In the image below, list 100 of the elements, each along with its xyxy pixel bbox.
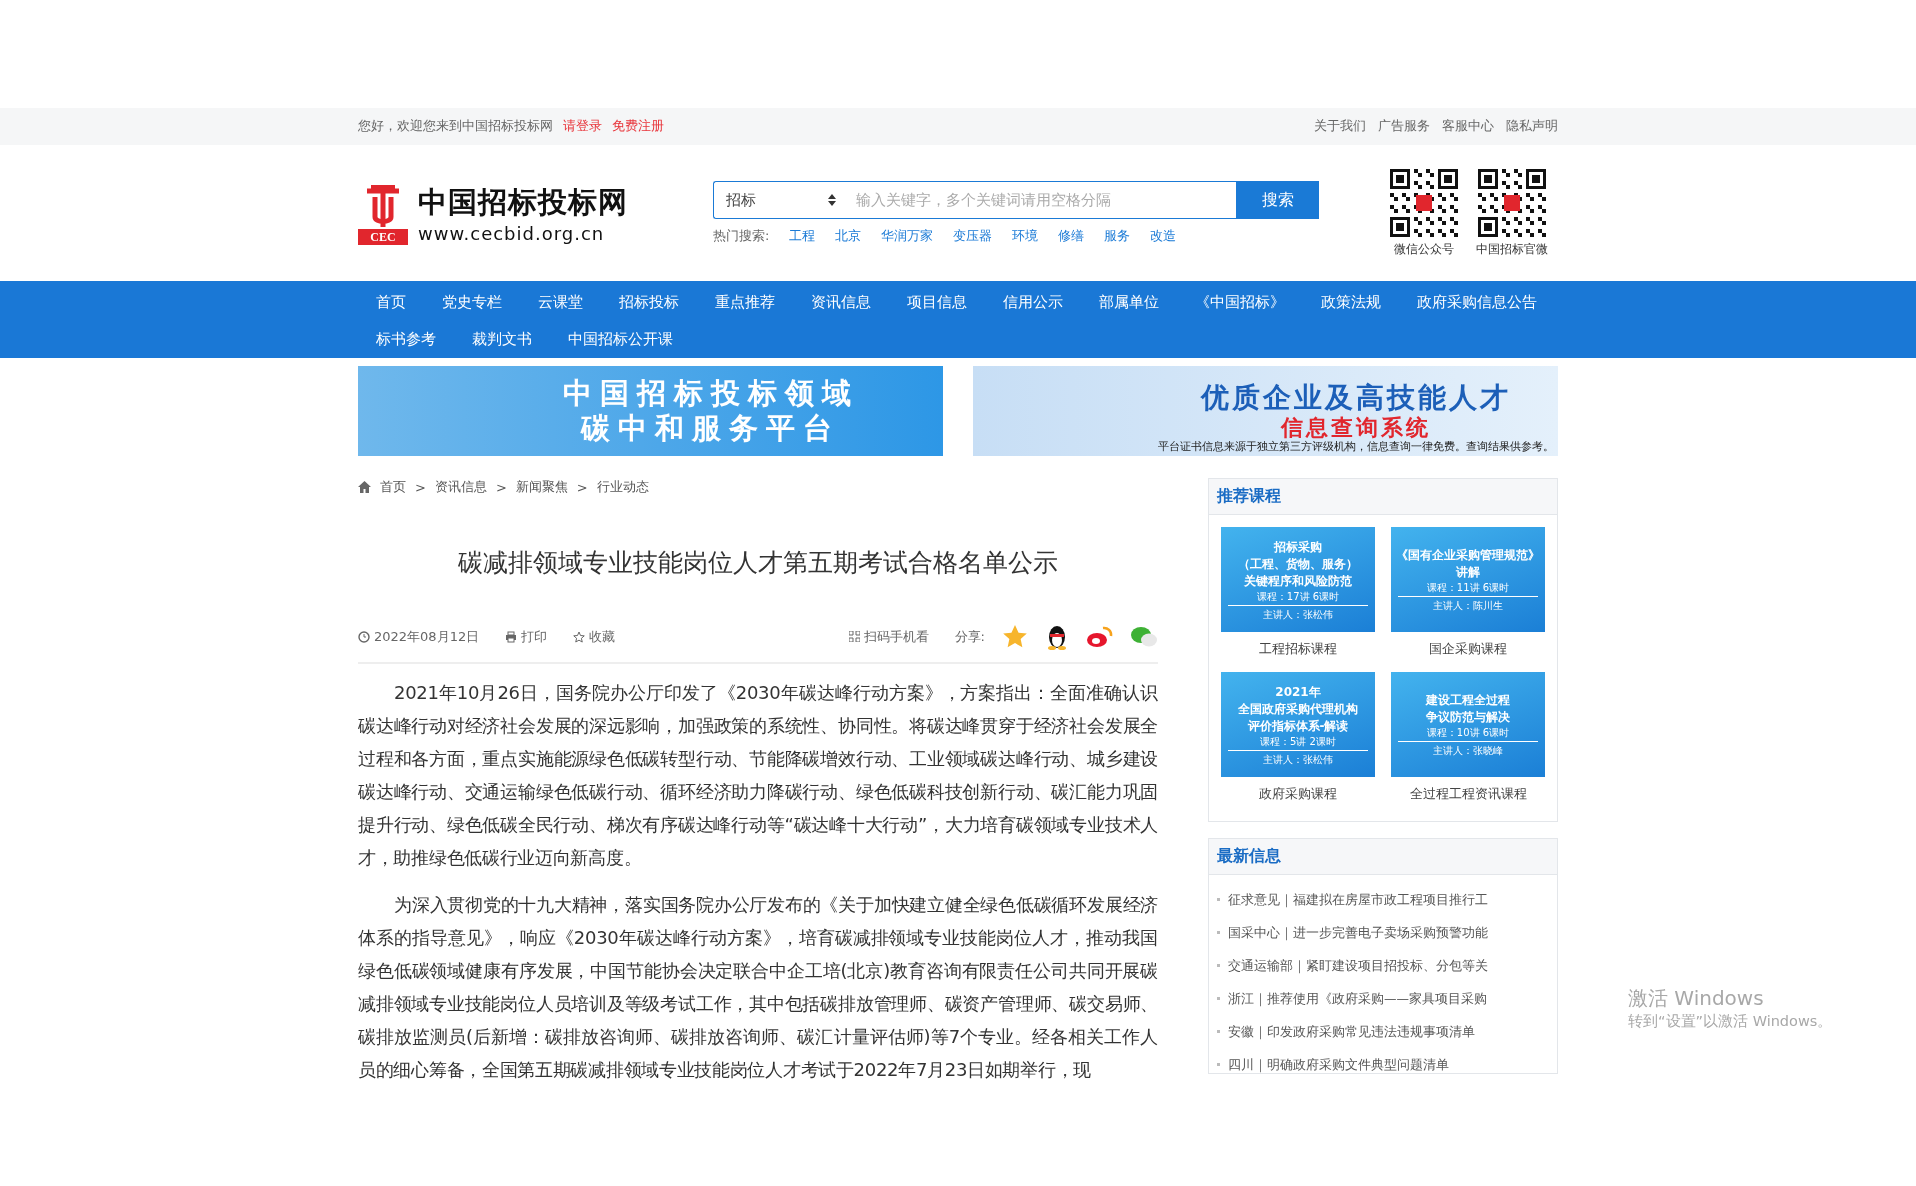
top-link[interactable]: 关于我们 [1314, 118, 1366, 135]
news-link[interactable]: 安徽｜印发政府采购常见违法违规事项清单 [1217, 1015, 1549, 1048]
thumbnail-title: 2021年 [1275, 683, 1321, 701]
nav-item[interactable]: 《中国招标》 [1177, 284, 1303, 321]
activation-title: 激活 Windows [1628, 985, 1765, 1012]
hot-search-link[interactable]: 修缮 [1058, 227, 1085, 245]
thumbnail-lecturer: 主讲人：陈川生 [1433, 599, 1503, 612]
thumbnail-title: 评价指标体系-解读 [1247, 717, 1349, 735]
banner-headline: 碳中和服务平台 [581, 411, 840, 446]
article-title: 碳减排领域专业技能岗位人才第五期考试合格名单公示 [457, 547, 1059, 579]
thumbnail-meta: 课程：11讲 6课时 [1426, 581, 1510, 594]
course-thumbnail[interactable]: 《国有企业采购管理规范》 讲解 课程：11讲 6课时 主讲人：陈川生 [1391, 527, 1545, 632]
thumbnail-title: 《国有企业采购管理规范》 [1396, 547, 1540, 564]
login-link[interactable]: 请登录 [563, 118, 602, 135]
banner-note: 平台证书信息来源于独立第三方评级机构，信息查询一律免费。查询结果供参考。 [1158, 440, 1554, 454]
news-link[interactable]: 交通运输部｜紧盯建设项目招投标、分包等关 [1217, 949, 1549, 982]
news-link[interactable]: 国采中心｜进一步完善电子卖场采购预警功能 [1217, 916, 1549, 949]
print-link[interactable]: 打印 [505, 627, 548, 646]
banner[interactable]: 中国招标投标领域 碳中和服务平台 [358, 366, 943, 456]
banner-headline: 优质企业及高技能人才 [1200, 381, 1511, 415]
qr-code [1390, 168, 1458, 237]
banner-headline: 信息查询系统 [1280, 414, 1431, 441]
article-paragraph: 为深入贯彻党的十九大精神，落实国务院办公厅发布的《关于加快建立健全绿色低碳循环发展经济体系的指导意见》，响应《2030年碳达峰行动方案》，培育碳减排领域专业技能岗位人才，推动我国绿色低碳领域健康有序发展，中国节能协会决定联合中企工培(北京)教育咨询有限责任公司共同开展碳减排领域专业技能岗位人员培训及等级考试工作，其中包括碳排放管理师、碳资产管理师、碳交易师、碳排放监测员(后新增：碳排放咨询师、碳排放咨询师、碳汇计量评估师)等7个专业。经各相关工作人员的细心筹备，全国第五期碳减排领域专业技能岗位人才考试于2022年7月23日如期举行，现 [358, 893, 1158, 1082]
site-url: www.cecbid.org.cn [418, 222, 606, 244]
course-thumbnail[interactable]: 建设工程全过程 争议防范与解决 课程：10讲 6课时 主讲人：张晓峰 [1391, 672, 1545, 777]
qr-caption: 微信公众号 [1394, 240, 1454, 258]
qr-icon [848, 631, 860, 642]
thumbnail-meta: 课程：17讲 6课时 [1256, 589, 1340, 603]
breadcrumb-link[interactable]: 新闻聚焦 [515, 478, 568, 496]
breadcrumb-separator: > [495, 479, 507, 495]
article-paragraph: 2021年10月26日，国务院办公厅印发了《2030年碳达峰行动方案》，方案指出：全面准确认识碳达峰行动对经济社会发展的深远影响，加强政策的系统性、协同性。将碳达峰贯穿于经济社会发展全过程和各方面，重点实施能源绿色低碳转型行动、节能降碳增效行动、工业领域碳达峰行动、城乡建设碳达峰行动、交通运输绿色低碳行动、循环经济助力降碳行动、绿色低碳科技创新行动、碳汇能力巩固提升行动、绿色低碳全民行动、梯次有序碳达峰行动等“碳达峰十大行动”，大力培育碳领域专业技术人才，助推绿色低碳行业迈向新高度。 [358, 681, 1158, 870]
hot-search-link[interactable]: 北京 [835, 227, 862, 245]
nav-item[interactable]: 项目信息 [889, 284, 985, 321]
register-link[interactable]: 免费注册 [612, 118, 664, 135]
wechat-icon[interactable] [1130, 624, 1158, 649]
home-icon [358, 481, 371, 493]
top-link[interactable]: 广告服务 [1378, 118, 1430, 135]
star-icon[interactable] [1002, 623, 1028, 650]
thumbnail-title: （工程、货物、服务） [1238, 555, 1358, 573]
thumbnail-title: 争议防范与解决 [1426, 709, 1510, 726]
top-link[interactable]: 客服中心 [1442, 118, 1494, 135]
clock-icon [358, 630, 370, 643]
course-caption[interactable]: 全过程工程资讯课程 [1409, 785, 1527, 803]
qr-code [1478, 168, 1546, 237]
thumbnail-meta: 课程：5讲 2课时 [1260, 734, 1336, 748]
thumbnail-lecturer: 主讲人：张松伟 [1263, 752, 1333, 766]
course-caption[interactable]: 工程招标课程 [1259, 640, 1337, 658]
breadcrumb-separator: > [576, 479, 588, 495]
penguin-icon[interactable] [1045, 623, 1069, 650]
logo-tag: CEC [358, 229, 408, 245]
thumbnail-lecturer: 主讲人：张晓峰 [1433, 744, 1503, 757]
nav-item[interactable]: 裁判文书 [454, 321, 550, 358]
course-thumbnail[interactable]: 2021年 全国政府采购代理机构 评价指标体系-解读 课程：5讲 2课时 主讲人：张松伟 [1221, 672, 1375, 777]
hot-search-link[interactable]: 环境 [1012, 227, 1039, 245]
news-link[interactable]: 四川｜明确政府采购文件典型问题清单 [1217, 1048, 1549, 1073]
hot-search-link[interactable]: 工程 [789, 227, 816, 245]
nav-item[interactable]: 标书参考 [358, 321, 454, 358]
weibo-icon[interactable] [1086, 624, 1113, 649]
hot-search-label: 热门搜索: [713, 227, 770, 245]
nav-item[interactable]: 党史专栏 [424, 284, 520, 321]
site-name: 中国招标投标网 [418, 183, 628, 221]
hot-search-link[interactable]: 华润万家 [881, 227, 934, 245]
thumbnail-title: 关键程序和风险防范 [1244, 572, 1352, 590]
printer-icon [505, 630, 518, 643]
nav-item[interactable]: 云课堂 [520, 284, 601, 321]
news-link[interactable]: 征求意见｜福建拟在房屋市政工程项目推行工 [1217, 883, 1549, 916]
banner[interactable]: 优质企业及高技能人才 信息查询系统 平台证书信息来源于独立第三方评级机构，信息查询一律免费。查询结果供参考。 [973, 366, 1558, 456]
nav-item[interactable]: 政策法规 [1303, 284, 1399, 321]
favorite-link[interactable]: 收藏 [573, 627, 616, 646]
nav-item[interactable]: 招标投标 [601, 284, 697, 321]
welcome-text: 您好，欢迎您来到中国招标投标网 [358, 118, 553, 135]
star-icon [573, 630, 586, 643]
panel-title: 最新信息 [1217, 846, 1281, 867]
nav-item[interactable]: 重点推荐 [697, 284, 793, 321]
course-caption[interactable]: 政府采购课程 [1259, 785, 1337, 803]
share-label: 分享: [954, 627, 985, 646]
activation-hint: 转到“设置”以激活 Windows。 [1628, 1012, 1833, 1031]
breadcrumb-link[interactable]: 资讯信息 [434, 478, 487, 496]
nav-item[interactable]: 中国招标公开课 [550, 321, 691, 358]
nav-item[interactable]: 部属单位 [1081, 284, 1177, 321]
search-button[interactable]: 搜索 [1237, 181, 1319, 219]
panel-title: 推荐课程 [1217, 486, 1281, 507]
course-caption[interactable]: 国企采购课程 [1429, 640, 1507, 658]
thumbnail-lecturer: 主讲人：张松伟 [1263, 607, 1333, 621]
breadcrumb-link[interactable]: 首页 [380, 478, 406, 496]
nav-item[interactable]: 政府采购信息公告 [1399, 284, 1555, 321]
breadcrumb-link[interactable]: 行业动态 [596, 478, 649, 496]
nav-item[interactable]: 信用公示 [985, 284, 1081, 321]
hot-search-link[interactable]: 服务 [1104, 227, 1131, 245]
nav-item[interactable]: 首页 [358, 284, 424, 321]
top-link[interactable]: 隐私声明 [1506, 118, 1558, 135]
mobile-view-text: 扫码手机看 [863, 627, 929, 646]
news-link[interactable]: 浙江｜推荐使用《政府采购——家具项目采购 [1217, 982, 1549, 1015]
nav-item[interactable]: 资讯信息 [793, 284, 889, 321]
course-thumbnail[interactable]: 招标采购 （工程、货物、服务） 关键程序和风险防范 课程：17讲 6课时 主讲人：张松伟 [1221, 527, 1375, 632]
hot-search-link[interactable]: 改造 [1150, 227, 1177, 245]
thumbnail-title: 讲解 [1456, 564, 1480, 581]
banner-headline: 中国招标投标领域 [562, 376, 859, 411]
publish-date: 2022年08月12日 [374, 627, 480, 646]
hot-search-link[interactable]: 变压器 [953, 227, 993, 245]
